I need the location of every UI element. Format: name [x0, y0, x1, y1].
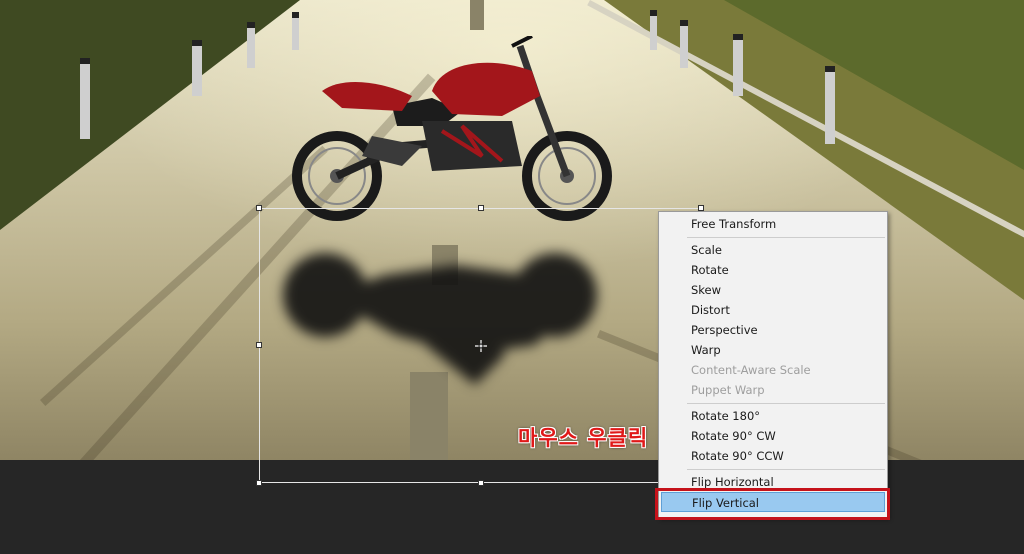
menu-separator: [687, 403, 885, 404]
motorcycle-image: [292, 36, 612, 221]
transform-handle-top-left[interactable]: [256, 205, 262, 211]
roadside-post: [80, 58, 90, 139]
menu-item-scale[interactable]: Scale: [659, 240, 887, 260]
menu-item-rotate-90-cw[interactable]: Rotate 90° CW: [659, 426, 887, 446]
menu-item-skew[interactable]: Skew: [659, 280, 887, 300]
menu-item-free-transform[interactable]: Free Transform: [659, 214, 887, 234]
transform-handle-bottom-left[interactable]: [256, 480, 262, 486]
menu-separator: [687, 237, 885, 238]
reference-point-icon[interactable]: [475, 340, 487, 352]
road-center-dash: [470, 0, 484, 30]
menu-item-perspective[interactable]: Perspective: [659, 320, 887, 340]
grass-right: [724, 0, 1024, 170]
grass-left: [0, 0, 300, 230]
roadside-post: [247, 22, 255, 68]
transform-handle-top-center[interactable]: [478, 205, 484, 211]
callout-highlight-box: [655, 488, 890, 520]
menu-item-puppet-warp: Puppet Warp: [691, 383, 765, 397]
roadside-post: [733, 34, 743, 96]
roadside-post: [650, 10, 657, 50]
roadside-post: [825, 66, 835, 144]
transform-context-menu: Free Transform Scale Rotate Skew Distort…: [658, 211, 888, 518]
menu-item-content-aware-scale: Content-Aware Scale: [691, 363, 811, 377]
menu-item-rotate-180[interactable]: Rotate 180°: [659, 406, 887, 426]
transform-handle-middle-left[interactable]: [256, 342, 262, 348]
roadside-post: [680, 20, 688, 68]
menu-item-rotate[interactable]: Rotate: [659, 260, 887, 280]
menu-item-distort[interactable]: Distort: [659, 300, 887, 320]
menu-separator: [687, 469, 885, 470]
menu-item-rotate-90-ccw[interactable]: Rotate 90° CCW: [659, 446, 887, 466]
menu-item-warp[interactable]: Warp: [659, 340, 887, 360]
roadside-post: [192, 40, 202, 96]
transform-handle-bottom-center[interactable]: [478, 480, 484, 486]
